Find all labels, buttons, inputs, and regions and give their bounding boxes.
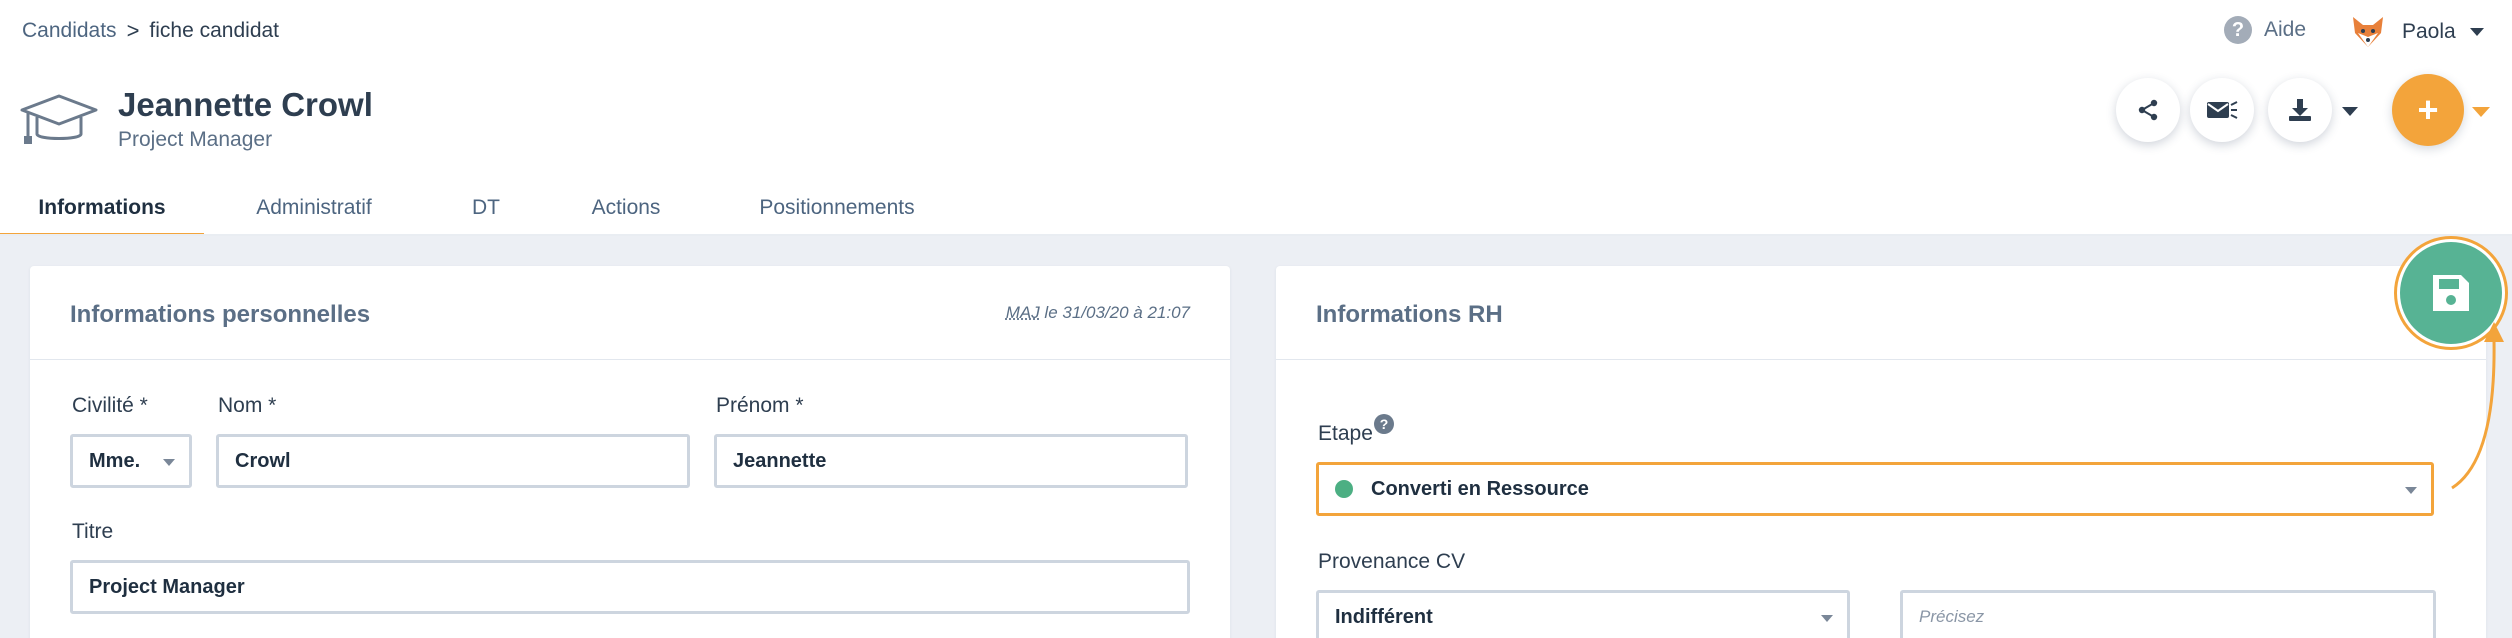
- prenom-value: Jeannette: [733, 450, 826, 473]
- etape-label: Etape: [1318, 422, 1373, 446]
- tab-bar: Informations Administratif DT Actions Po…: [0, 186, 970, 236]
- nom-label: Nom *: [218, 394, 276, 418]
- last-update: MAJ le 31/03/20 à 21:07: [1006, 303, 1190, 323]
- breadcrumb-candidats-link[interactable]: Candidats: [22, 19, 117, 43]
- status-dot: [1335, 480, 1353, 498]
- tab-dt[interactable]: DT: [424, 186, 548, 236]
- nom-value: Crowl: [235, 450, 291, 473]
- user-menu[interactable]: Paola: [2348, 12, 2484, 52]
- tab-actions[interactable]: Actions: [548, 186, 704, 236]
- last-update-date: le 31/03/20 à 21:07: [1040, 303, 1190, 322]
- chevron-down-icon: [2470, 28, 2484, 36]
- chevron-down-icon: [1821, 615, 1833, 622]
- etape-select[interactable]: Converti en Ressource: [1316, 462, 2434, 516]
- nom-input[interactable]: Crowl: [216, 434, 690, 488]
- titre-label: Titre: [72, 520, 113, 544]
- tab-informations[interactable]: Informations: [0, 186, 204, 236]
- floppy-disk-icon: [2429, 271, 2473, 315]
- header: Candidats > fiche candidat ? Aide Paola …: [0, 0, 2512, 236]
- add-menu-caret[interactable]: [2472, 107, 2490, 117]
- user-name: Paola: [2402, 20, 2456, 44]
- titre-input[interactable]: Project Manager: [70, 560, 1190, 614]
- personal-info-title: Informations personnelles: [70, 301, 370, 329]
- question-icon: ?: [2224, 16, 2252, 44]
- rh-info-card: Informations RH Etape ? Converti en Ress…: [1276, 266, 2486, 638]
- precisez-placeholder: Précisez: [1919, 607, 1984, 627]
- rh-info-title: Informations RH: [1316, 301, 1503, 329]
- fox-avatar-icon: [2348, 12, 2388, 52]
- precisez-input[interactable]: Précisez: [1900, 590, 2436, 638]
- breadcrumb-current: fiche candidat: [149, 19, 279, 43]
- etape-value: Converti en Ressource: [1371, 478, 1589, 501]
- titre-value: Project Manager: [89, 576, 245, 599]
- provenance-value: Indifférent: [1335, 606, 1433, 629]
- chevron-down-icon: [163, 459, 175, 466]
- graduation-cap-icon: [20, 92, 98, 148]
- civilite-value: Mme.: [89, 450, 140, 473]
- prenom-input[interactable]: Jeannette: [714, 434, 1188, 488]
- tab-administratif[interactable]: Administratif: [204, 186, 424, 236]
- breadcrumb: Candidats > fiche candidat: [22, 18, 279, 44]
- download-button[interactable]: [2268, 78, 2332, 142]
- candidate-title: Project Manager: [118, 128, 272, 152]
- provenance-label: Provenance CV: [1318, 550, 1465, 574]
- download-menu-caret[interactable]: [2342, 107, 2358, 116]
- candidate-name: Jeannette Crowl: [118, 86, 373, 124]
- provenance-select[interactable]: Indifférent: [1316, 590, 1850, 638]
- maj-abbr: MAJ: [1006, 303, 1040, 322]
- help-label: Aide: [2264, 18, 2306, 42]
- chevron-down-icon: [2405, 487, 2417, 494]
- civilite-select[interactable]: Mme.: [70, 434, 192, 488]
- download-icon: [2287, 97, 2313, 123]
- share-icon: [2136, 98, 2160, 122]
- email-send-icon: [2206, 98, 2238, 122]
- personal-info-card: Informations personnelles MAJ le 31/03/2…: [30, 266, 1230, 638]
- share-button[interactable]: [2116, 78, 2180, 142]
- add-button[interactable]: +: [2392, 74, 2464, 146]
- civilite-label: Civilité *: [72, 394, 148, 418]
- main-content: Informations personnelles MAJ le 31/03/2…: [0, 236, 2512, 638]
- tab-positionnements[interactable]: Positionnements: [704, 186, 970, 236]
- personal-info-header: Informations personnelles MAJ le 31/03/2…: [30, 266, 1230, 360]
- question-icon[interactable]: ?: [1374, 414, 1394, 434]
- prenom-label: Prénom *: [716, 394, 804, 418]
- rh-info-header: Informations RH: [1276, 266, 2486, 360]
- save-pointer-arrow: [2420, 310, 2510, 500]
- help-link[interactable]: ? Aide: [2224, 16, 2306, 44]
- breadcrumb-separator: >: [127, 18, 140, 44]
- send-email-button[interactable]: [2190, 78, 2254, 142]
